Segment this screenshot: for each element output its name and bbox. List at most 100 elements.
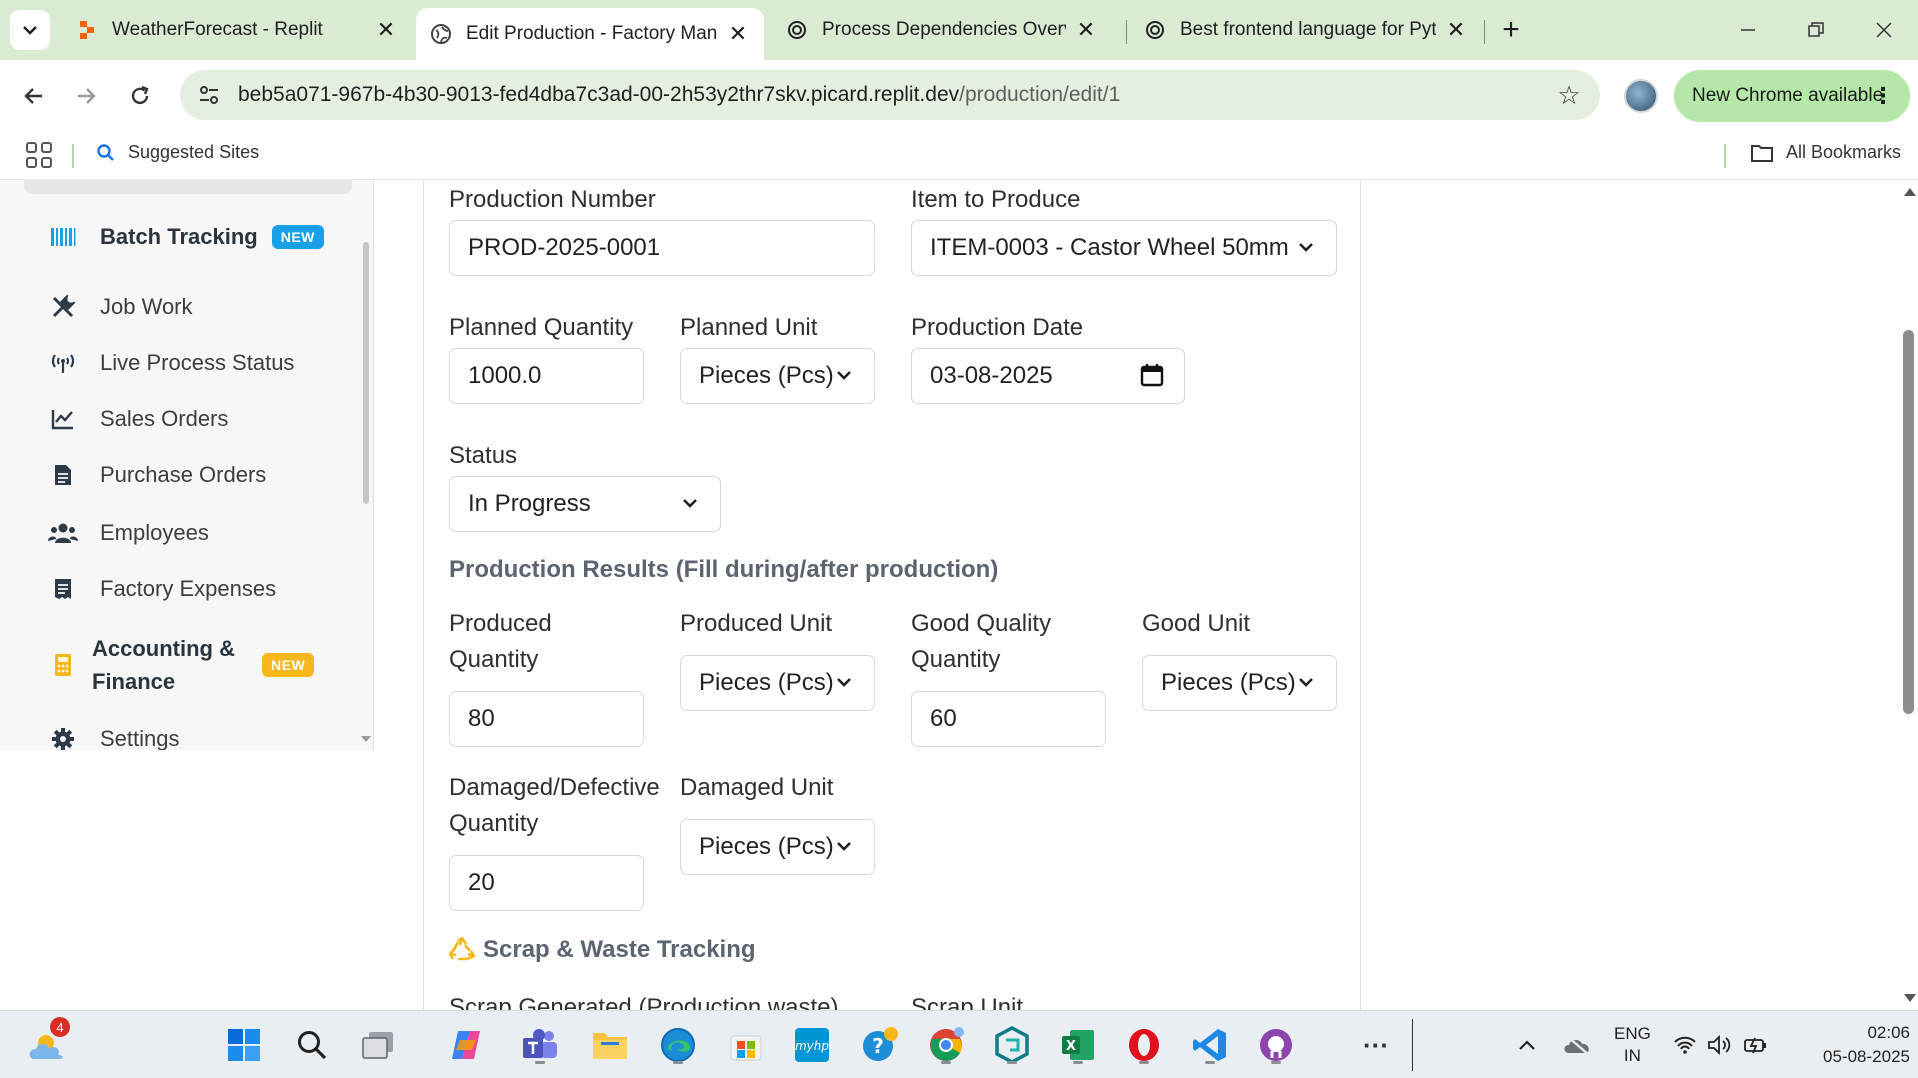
production-number-input[interactable]: PROD-2025-0001 <box>449 220 875 276</box>
arrow-left-icon <box>24 88 42 104</box>
wifi-icon <box>1674 1036 1696 1054</box>
get-help-app[interactable]: ? <box>858 1023 902 1067</box>
new-tab-button[interactable]: + <box>1493 12 1529 48</box>
language-indicator[interactable]: ENG IN <box>1614 1011 1651 1078</box>
produced-unit-select[interactable]: Pieces (Pcs) <box>680 655 875 711</box>
close-icon[interactable]: ✕ <box>1444 17 1468 42</box>
sidebar-scroll-down-arrow[interactable] <box>361 736 371 742</box>
sidebar-active-item-edge <box>24 180 352 194</box>
sidebar-item-label: Purchase Orders <box>100 462 267 487</box>
more-menu-icon[interactable]: ⋮ <box>1872 83 1894 109</box>
calendar-icon[interactable] <box>1140 363 1164 387</box>
sidebar-item-job-work[interactable]: Job Work <box>48 292 193 322</box>
cube-app[interactable] <box>990 1023 1034 1067</box>
status-value: In Progress <box>468 490 591 517</box>
show-hidden-icons-button[interactable] <box>1505 1023 1549 1067</box>
system-clock[interactable]: 02:06 05-08-2025 <box>1790 1021 1910 1069</box>
sidebar-item-factory-expenses[interactable]: Factory Expenses <box>48 574 276 604</box>
bookmark-star-icon[interactable]: ☆ <box>1554 80 1584 110</box>
excel-app[interactable]: X <box>1056 1023 1100 1067</box>
close-window-button[interactable] <box>1862 12 1906 48</box>
sidebar-scrollbar-thumb[interactable] <box>363 242 369 504</box>
clock-date: 05-08-2025 <box>1823 1047 1910 1066</box>
site-info-icon[interactable] <box>194 80 224 110</box>
sidebar-item-batch-tracking[interactable]: Batch Tracking NEW <box>48 222 324 252</box>
sidebar-item-accounting-finance[interactable]: Accounting & Finance NEW <box>48 632 315 698</box>
ellipsis-icon: ··· <box>1363 1029 1389 1060</box>
production-date-input[interactable]: 03-08-2025 <box>911 348 1185 404</box>
sidebar-item-employees[interactable]: Employees <box>48 518 209 548</box>
weather-badge: 4 <box>50 1017 70 1037</box>
damaged-unit-select[interactable]: Pieces (Pcs) <box>680 819 875 875</box>
all-bookmarks-button[interactable]: All Bookmarks <box>1750 142 1901 163</box>
copilot-app[interactable] <box>444 1023 488 1067</box>
vscode-app[interactable] <box>1188 1023 1232 1067</box>
suggested-sites-label: Suggested Sites <box>128 142 260 162</box>
profile-avatar[interactable] <box>1624 79 1658 113</box>
restore-button[interactable] <box>1794 12 1838 48</box>
new-chrome-label: New Chrome available <box>1692 85 1884 106</box>
start-button[interactable] <box>222 1023 266 1067</box>
label-line: Damaged/Defective <box>449 774 660 801</box>
file-explorer-app[interactable] <box>588 1023 632 1067</box>
more-apps-button[interactable]: ··· <box>1354 1023 1398 1067</box>
teams-icon <box>523 1029 557 1058</box>
chrome-app[interactable] <box>924 1023 968 1067</box>
chatgpt-icon <box>786 19 808 41</box>
sidebar-item-purchase-orders[interactable]: Purchase Orders <box>48 460 266 490</box>
chevron-down-icon <box>1299 678 1313 687</box>
tab-process-dependencies[interactable]: Process Dependencies Overview ✕ <box>772 8 1112 52</box>
onedrive-button[interactable] <box>1556 1023 1600 1067</box>
opera-app[interactable] <box>1122 1023 1166 1067</box>
page-scrollbar-thumb[interactable] <box>1903 330 1914 714</box>
apps-grid-icon[interactable] <box>26 142 52 168</box>
item-to-produce-value: ITEM-0003 - Castor Wheel 50mm <box>930 234 1289 261</box>
address-bar[interactable]: beb5a071-967b-4b30-9013-fed4dba7c3ad-00-… <box>180 70 1600 120</box>
sidebar-item-label: Finance <box>92 669 176 694</box>
back-button[interactable] <box>14 76 54 116</box>
close-icon[interactable]: ✕ <box>374 17 398 42</box>
sidebar-item-sales-orders[interactable]: Sales Orders <box>48 404 228 434</box>
forward-button[interactable] <box>66 76 106 116</box>
sidebar-item-live-process-status[interactable]: Live Process Status <box>48 348 294 378</box>
sidebar-item-label: Settings <box>100 726 180 750</box>
reload-button[interactable] <box>120 76 160 116</box>
teams-app[interactable] <box>518 1023 562 1067</box>
suggested-sites-bookmark[interactable]: Suggested Sites <box>96 142 259 163</box>
status-select[interactable]: In Progress <box>449 476 721 532</box>
tab-best-frontend[interactable]: Best frontend language for Python ✕ <box>1130 8 1482 52</box>
scroll-down-arrow[interactable] <box>1904 994 1916 1002</box>
item-to-produce-select[interactable]: ITEM-0003 - Castor Wheel 50mm <box>911 220 1337 276</box>
folder-icon <box>593 1033 627 1059</box>
microsoft-store-app[interactable] <box>724 1023 768 1067</box>
tab-search-button[interactable] <box>10 10 50 50</box>
close-icon[interactable]: ✕ <box>1074 17 1098 42</box>
github-desktop-app[interactable] <box>1254 1023 1298 1067</box>
damaged-unit-label: Damaged Unit <box>680 774 834 801</box>
damaged-quantity-input[interactable]: 20 <box>449 855 644 911</box>
store-icon <box>730 1035 762 1061</box>
scroll-up-arrow[interactable] <box>1904 188 1916 196</box>
produced-quantity-input[interactable]: 80 <box>449 691 644 747</box>
folder-icon <box>1751 144 1773 162</box>
task-view-button[interactable] <box>356 1023 400 1067</box>
close-icon[interactable]: ✕ <box>726 21 750 46</box>
quick-settings-button[interactable] <box>1666 1023 1776 1067</box>
search-button[interactable] <box>290 1023 334 1067</box>
myhp-app[interactable]: myhp <box>790 1023 834 1067</box>
tab-weatherforecast[interactable]: WeatherForecast - Replit ✕ <box>62 8 412 52</box>
weather-widget[interactable]: 4 <box>26 1017 70 1067</box>
arrow-right-icon <box>78 88 96 104</box>
edge-app[interactable] <box>656 1023 700 1067</box>
tab-edit-production[interactable]: Edit Production - Factory Management ✕ <box>416 8 764 60</box>
new-chrome-available-button[interactable]: New Chrome available ⋮ <box>1674 70 1910 122</box>
page-scrollbar[interactable] <box>1900 180 1918 1010</box>
running-indicator <box>1139 1061 1149 1064</box>
minimize-button[interactable] <box>1726 12 1770 48</box>
planned-quantity-input[interactable]: 1000.0 <box>449 348 644 404</box>
good-unit-select[interactable]: Pieces (Pcs) <box>1142 655 1337 711</box>
scrap-generated-label: Scrap Generated (Production waste) <box>449 994 839 1010</box>
planned-unit-select[interactable]: Pieces (Pcs) <box>680 348 875 404</box>
good-quality-quantity-input[interactable]: 60 <box>911 691 1106 747</box>
sidebar-item-settings[interactable]: Settings <box>48 724 180 750</box>
